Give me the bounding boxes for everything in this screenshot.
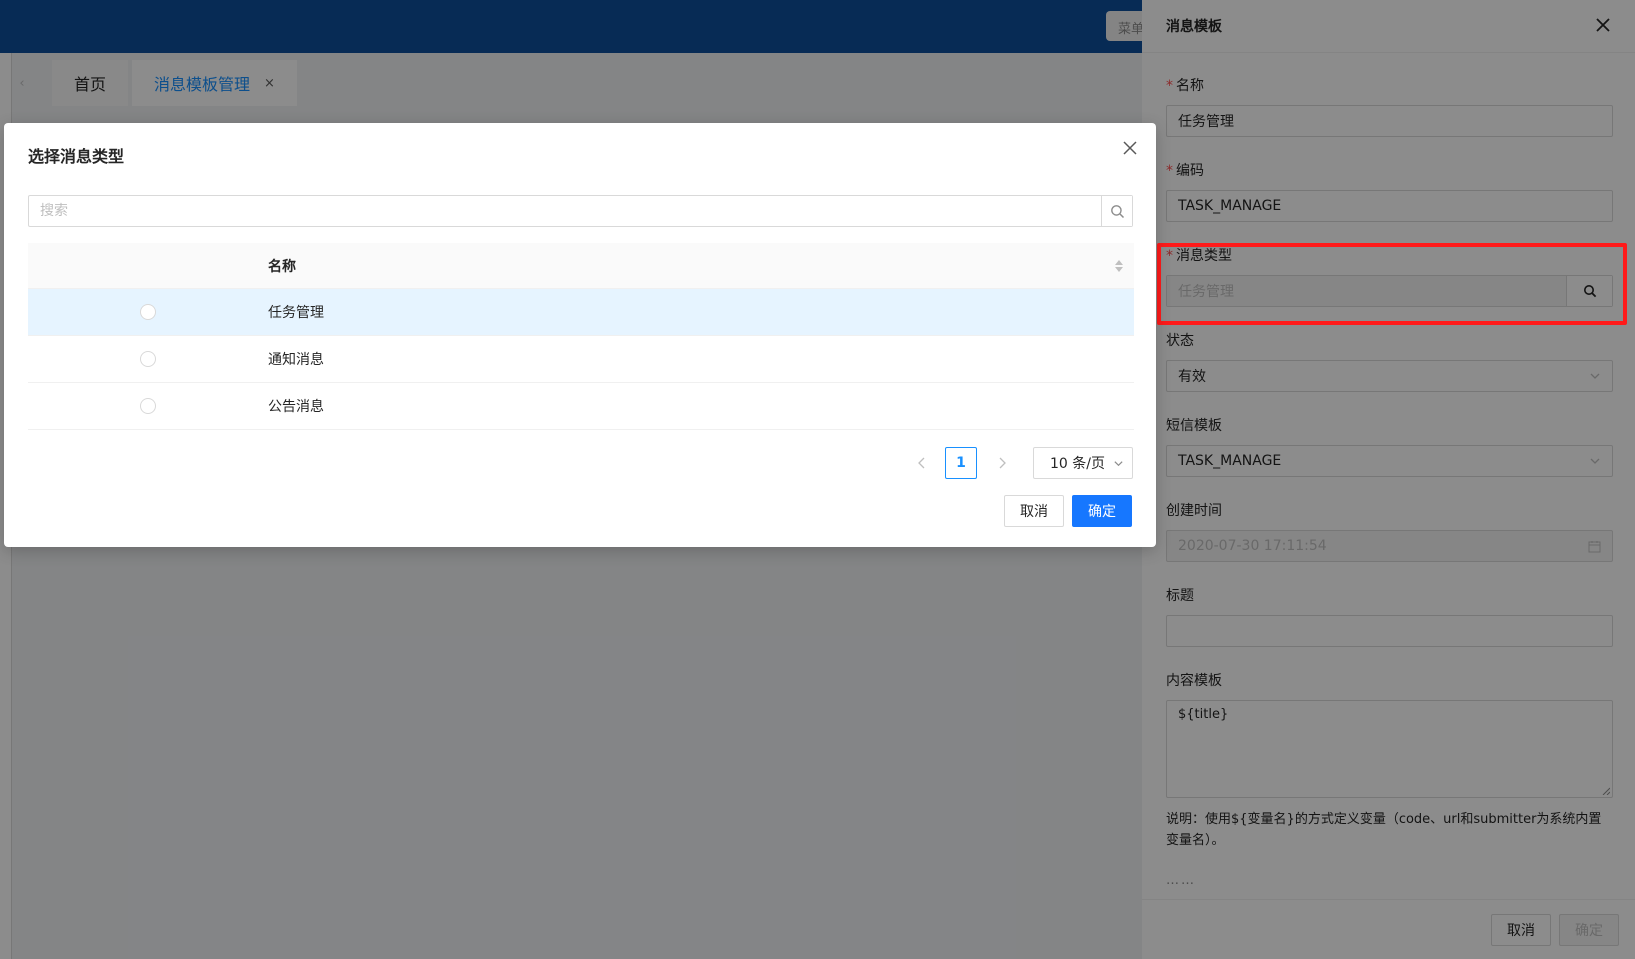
row-name: 公告消息 xyxy=(268,399,324,415)
page-number-current[interactable]: 1 xyxy=(945,447,977,479)
row-radio[interactable] xyxy=(140,351,156,367)
cancel-button[interactable]: 取消 xyxy=(1004,495,1064,527)
chevron-right-icon[interactable] xyxy=(990,447,1014,479)
chevron-left-icon[interactable] xyxy=(910,447,934,479)
table-row[interactable]: 通知消息 xyxy=(28,336,1134,383)
row-radio[interactable] xyxy=(140,304,156,320)
table-row[interactable]: 公告消息 xyxy=(28,383,1134,430)
highlight-box xyxy=(1157,243,1627,325)
row-name: 通知消息 xyxy=(268,352,324,368)
message-type-table: 名称 任务管理 通知消息 公告消息 xyxy=(28,243,1134,430)
search-input[interactable] xyxy=(29,196,1101,226)
sort-icon[interactable] xyxy=(1104,259,1134,272)
pagination: 1 10 条/页 xyxy=(4,447,1134,479)
search-icon xyxy=(1110,204,1124,218)
search-box xyxy=(28,195,1133,227)
column-header-name[interactable]: 名称 xyxy=(268,256,1104,276)
row-name: 任务管理 xyxy=(268,305,324,321)
message-type-picker-modal: 选择消息类型 名称 任务管理 通知消息 公告消息 xyxy=(4,123,1156,547)
table-row[interactable]: 任务管理 xyxy=(28,289,1134,336)
close-icon[interactable] xyxy=(1118,139,1142,163)
page-size-select[interactable]: 10 条/页 xyxy=(1033,447,1133,479)
search-button[interactable] xyxy=(1101,196,1132,226)
chevron-down-icon xyxy=(1114,460,1123,466)
table-header: 名称 xyxy=(28,243,1134,289)
row-radio[interactable] xyxy=(140,398,156,414)
modal-title: 选择消息类型 xyxy=(28,147,125,166)
confirm-button[interactable]: 确定 xyxy=(1072,495,1132,527)
